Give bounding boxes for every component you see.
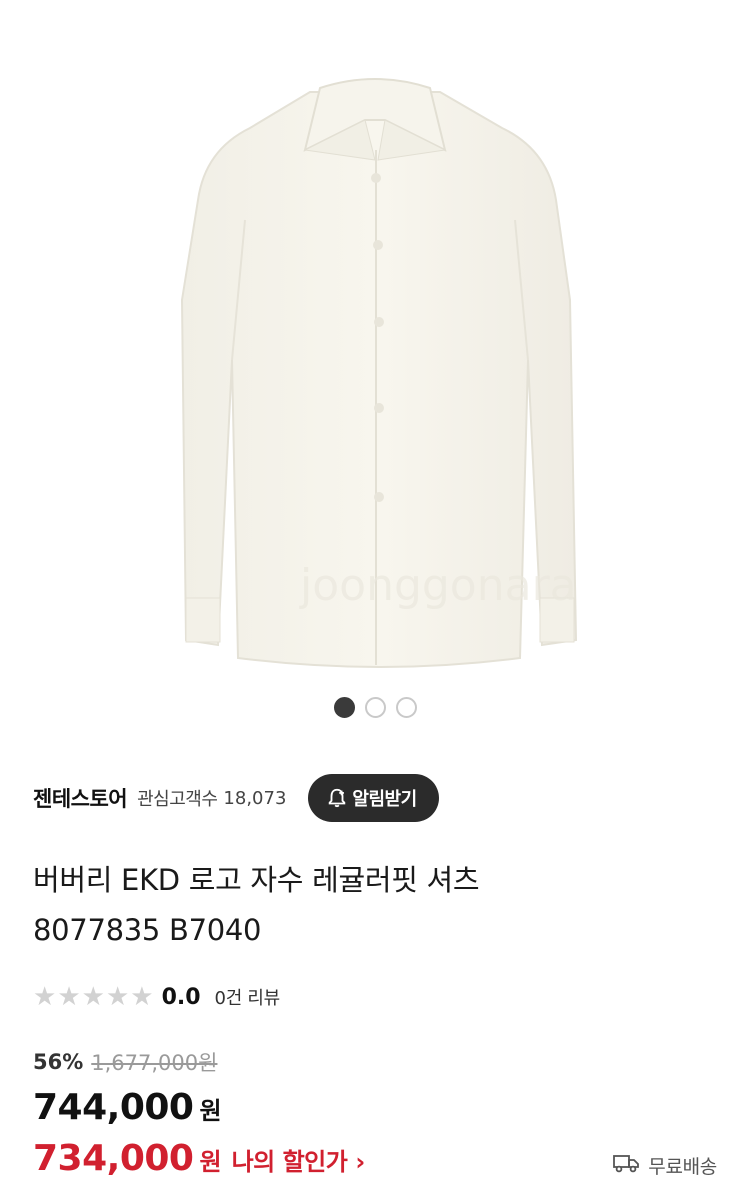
- notify-button[interactable]: 알림받기: [308, 774, 439, 822]
- seller-name[interactable]: 젠테스토어: [33, 783, 128, 813]
- review-count[interactable]: 0건 리뷰: [215, 984, 281, 1010]
- my-discount-link[interactable]: 나의 할인가 ›: [231, 1142, 366, 1177]
- carousel-dot-3[interactable]: [395, 697, 417, 718]
- star-icon: ★: [81, 982, 105, 1012]
- rating-row[interactable]: ★ ★ ★ ★ ★ 0.0 0건 리뷰: [33, 982, 280, 1012]
- my-price: 734,000: [33, 1138, 194, 1179]
- carousel-dot-1[interactable]: [333, 697, 355, 718]
- truck-icon: [612, 1152, 640, 1179]
- bell-plus-icon: [326, 787, 348, 809]
- star-icon: ★: [57, 982, 81, 1012]
- follower-label: 관심고객수: [137, 789, 218, 810]
- seller-row: 젠테스토어 관심고객수 18,073 알림받기: [33, 773, 717, 823]
- discount-rate: 56%: [33, 1050, 84, 1074]
- carousel-dots: [0, 697, 750, 719]
- sale-price-unit: 원: [199, 1097, 222, 1125]
- rating-stars: ★ ★ ★ ★ ★: [33, 983, 154, 1011]
- shipping-label: 무료배송: [648, 1155, 717, 1178]
- rating-score: 0.0: [161, 984, 201, 1010]
- my-discount-label: 나의 할인가: [231, 1148, 348, 1176]
- product-title-line1: 버버리 EKD 로고 자수 레귤러핏 셔츠: [33, 863, 480, 897]
- product-image[interactable]: joonggonara: [0, 0, 750, 690]
- shirt-illustration: joonggonara: [180, 78, 578, 668]
- watermark-text: joonggonara: [299, 560, 577, 611]
- star-icon: ★: [130, 982, 154, 1012]
- carousel-dot-2[interactable]: [364, 697, 386, 718]
- my-price-row: 734,000 원 나의 할인가 ›: [33, 1138, 365, 1188]
- star-icon: ★: [33, 982, 57, 1012]
- sale-price-row: 744,000 원: [33, 1087, 222, 1137]
- sale-price: 744,000: [33, 1087, 194, 1128]
- notify-label: 알림받기: [352, 789, 417, 810]
- follower-count: 18,073: [223, 787, 287, 809]
- product-title: 버버리 EKD 로고 자수 레귤러핏 셔츠 8077835 B7040: [33, 855, 713, 955]
- shipping-info: 무료배송: [612, 1150, 717, 1180]
- star-icon: ★: [105, 982, 130, 1012]
- product-title-line2: 8077835 B7040: [33, 913, 262, 947]
- my-price-unit: 원: [199, 1148, 222, 1176]
- original-price: 1,677,000원: [91, 1051, 218, 1075]
- chevron-right-icon: ›: [355, 1148, 365, 1176]
- discount-row: 56% 1,677,000원: [33, 1046, 217, 1078]
